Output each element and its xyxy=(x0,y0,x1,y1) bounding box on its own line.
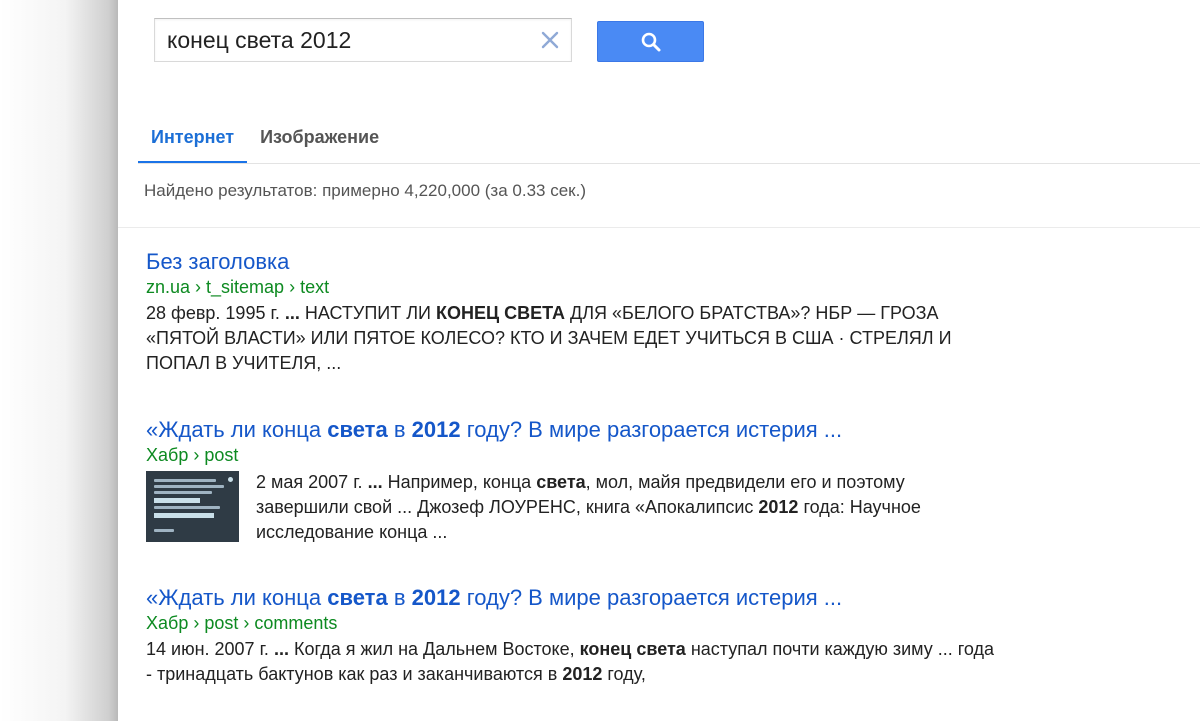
snippet-date: 28 февр. 1995 г. xyxy=(146,303,280,323)
title-text: «Ждать ли конца xyxy=(146,417,322,442)
snippet-text: НАСТУПИТ ЛИ xyxy=(304,303,431,323)
stats-divider xyxy=(118,227,1200,228)
search-tabs: Интернет Изображение xyxy=(138,117,392,164)
search-results-page: Интернет Изображение Найдено результатов… xyxy=(118,0,1200,721)
snippet-ellipsis: ... xyxy=(273,639,289,659)
title-text: году? В мире разгорается истерия ... xyxy=(466,417,843,442)
snippet-text: году, xyxy=(607,664,646,684)
result-body: 2 мая 2007 г. ... Например, конца света,… xyxy=(146,470,996,545)
result-snippet: 2 мая 2007 г. ... Например, конца света,… xyxy=(256,470,996,545)
result-snippet: 14 июн. 2007 г. ... Когда я жил на Дальн… xyxy=(146,637,996,687)
results-stats: Найдено результатов: примерно 4,220,000 … xyxy=(144,181,586,200)
snippet-text: Например, конца xyxy=(387,472,532,492)
result-url: zn.ua › t_sitemap › text xyxy=(146,277,330,297)
clear-search-button[interactable] xyxy=(537,27,563,53)
title-highlight: света xyxy=(327,417,388,442)
title-highlight: 2012 xyxy=(411,417,461,442)
search-result: «Ждать ли конца света в 2012 году? В мир… xyxy=(146,417,996,545)
search-result: Без заголовка zn.ua › t_sitemap › text 2… xyxy=(146,249,996,376)
snippet-highlight: света xyxy=(536,472,586,492)
title-text: в xyxy=(393,585,406,610)
result-title-link[interactable]: «Ждать ли конца света в 2012 году? В мир… xyxy=(146,417,996,443)
snippet-text: Когда я жил на Дальнем Востоке, xyxy=(293,639,575,659)
search-result: «Ждать ли конца света в 2012 году? В мир… xyxy=(146,585,996,687)
result-snippet: 28 февр. 1995 г. ... НАСТУПИТ ЛИ КОНЕЦ С… xyxy=(146,301,996,376)
snippet-highlight: 2012 xyxy=(758,497,799,517)
search-input[interactable] xyxy=(167,25,527,55)
search-button[interactable] xyxy=(597,21,704,62)
snippet-highlight: 2012 xyxy=(562,664,603,684)
snippet-highlight: КОНЕЦ СВЕТА xyxy=(435,303,565,323)
snippet-highlight: конец света xyxy=(579,639,686,659)
title-highlight: света xyxy=(327,585,388,610)
result-url: Хабр › post xyxy=(146,445,239,465)
close-icon xyxy=(541,31,559,49)
search-icon xyxy=(641,32,660,51)
snippet-ellipsis: ... xyxy=(367,472,383,492)
left-margin-shade xyxy=(0,0,118,721)
title-text: году? В мире разгорается истерия ... xyxy=(466,585,843,610)
title-text: в xyxy=(393,417,406,442)
tabs-divider xyxy=(138,163,1200,164)
tab-internet[interactable]: Интернет xyxy=(138,117,248,164)
tab-images[interactable]: Изображение xyxy=(247,117,392,164)
title-text: «Ждать ли конца xyxy=(146,585,322,610)
snippet-date: 2 мая 2007 г. xyxy=(256,472,363,492)
snippet-ellipsis: ... xyxy=(284,303,300,323)
snippet-date: 14 июн. 2007 г. xyxy=(146,639,269,659)
search-box xyxy=(154,18,572,62)
result-title-link[interactable]: Без заголовка xyxy=(146,249,996,275)
result-title-link[interactable]: «Ждать ли конца света в 2012 году? В мир… xyxy=(146,585,996,611)
result-thumbnail[interactable] xyxy=(146,471,239,542)
title-highlight: 2012 xyxy=(411,585,461,610)
result-url: Хабр › post › comments xyxy=(146,613,338,633)
